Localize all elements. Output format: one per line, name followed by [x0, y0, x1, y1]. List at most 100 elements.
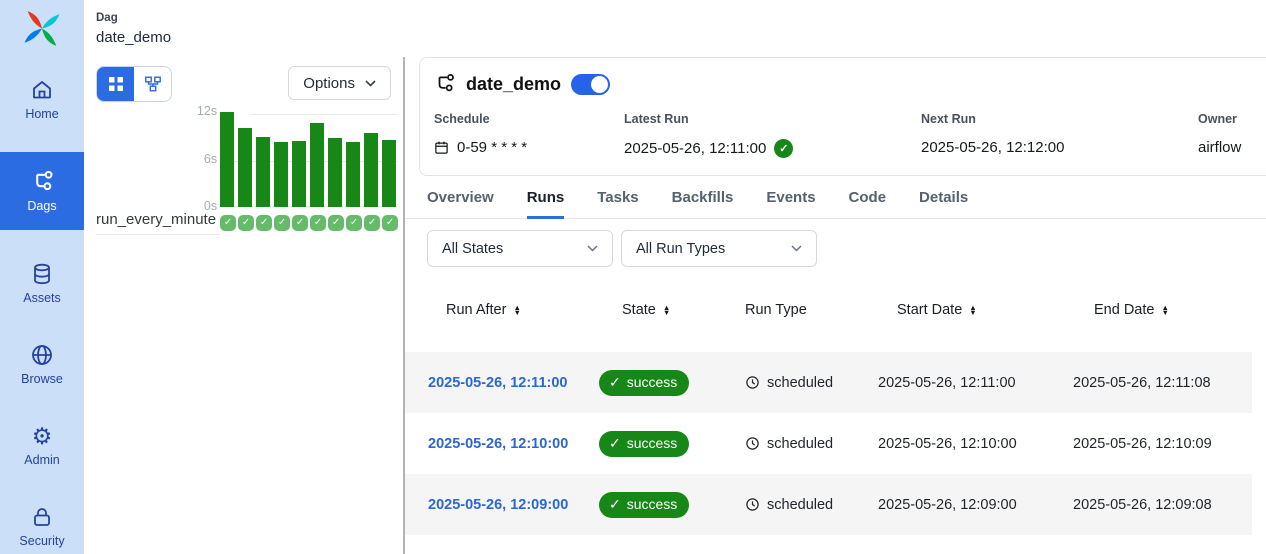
column-label: Run Type: [745, 302, 807, 318]
column-label: State: [622, 302, 656, 318]
column-header-state[interactable]: State ▲▼: [599, 302, 745, 318]
sort-icon[interactable]: ▲▼: [969, 305, 976, 316]
globe-icon: [30, 343, 54, 367]
state-badge: ✓ success: [599, 431, 689, 457]
task-instance-success-tile[interactable]: ✓: [346, 215, 362, 231]
duration-bar[interactable]: [364, 133, 378, 207]
duration-bar[interactable]: [310, 123, 324, 207]
duration-bar[interactable]: [274, 142, 288, 207]
tab-code[interactable]: Code: [849, 177, 887, 218]
sidebar-item-security[interactable]: Security: [0, 498, 84, 554]
run-type-filter-value: All Run Types: [636, 241, 725, 257]
duration-bar[interactable]: [256, 137, 270, 207]
duration-bar[interactable]: [382, 140, 396, 207]
dag-pause-toggle[interactable]: [571, 74, 610, 95]
column-label: Run After: [446, 302, 506, 318]
task-instance-success-tile[interactable]: ✓: [328, 215, 344, 231]
airflow-app: Home Dags Assets: [0, 0, 1266, 554]
tab-runs[interactable]: Runs: [527, 177, 565, 218]
state-badge: ✓success: [599, 492, 689, 518]
schedule-label: Schedule: [434, 112, 624, 126]
run-filters: All States All Run Types: [405, 230, 1266, 267]
sort-icon[interactable]: ▲▼: [663, 305, 670, 316]
dag-detail-panel: date_demo Schedule 0-59 * * * *: [405, 57, 1266, 554]
state-label: success: [627, 374, 678, 390]
run-type-label: scheduled: [767, 497, 833, 513]
tab-overview[interactable]: Overview: [427, 177, 494, 218]
grid-panel: Options 12s 6s 0s: [84, 57, 403, 554]
owner-value: airflow: [1198, 139, 1266, 156]
sidebar-item-home[interactable]: Home: [0, 71, 84, 127]
options-label: Options: [303, 75, 355, 92]
run-type-cell: scheduled: [745, 497, 878, 513]
schedule-block: Schedule 0-59 * * * *: [434, 112, 624, 158]
task-instance-success-tile[interactable]: ✓: [382, 215, 398, 231]
next-run-block: Next Run 2025-05-26, 12:12:00: [921, 112, 1198, 158]
state-filter-select[interactable]: All States: [427, 230, 613, 267]
tab-backfills[interactable]: Backfills: [672, 177, 734, 218]
chevron-down-icon: [791, 245, 802, 252]
sort-icon[interactable]: ▲▼: [1161, 305, 1168, 316]
table-row: 2025-05-26, 12:10:00 ✓success scheduled …: [405, 413, 1252, 474]
check-icon: ✓: [609, 496, 621, 513]
owner-label: Owner: [1198, 112, 1266, 126]
sidebar-nav: Home Dags Assets: [0, 71, 84, 554]
main-area: Dag date_demo: [84, 0, 1266, 554]
grid-view-button[interactable]: [97, 67, 134, 101]
run-type-filter-select[interactable]: All Run Types: [621, 230, 817, 267]
duration-bar[interactable]: [238, 128, 252, 207]
run-type-cell: scheduled: [745, 375, 878, 391]
task-instance-success-tile[interactable]: ✓: [220, 215, 236, 231]
runs-table: Run After ▲▼ State ▲▼ Run Type Start Dat…: [405, 291, 1252, 535]
run-after-link[interactable]: 2025-05-26, 12:11:00: [428, 375, 567, 391]
tab-details[interactable]: Details: [919, 177, 968, 218]
dag-branch-icon: [30, 170, 54, 194]
duration-bar[interactable]: [292, 141, 306, 207]
page-title: date_demo: [96, 29, 1266, 46]
duration-bar[interactable]: [220, 112, 234, 207]
sidebar-item-label: Dags: [27, 199, 56, 213]
next-run-label: Next Run: [921, 112, 1198, 126]
task-instance-success-tile[interactable]: ✓: [364, 215, 380, 231]
task-instance-success-tile[interactable]: ✓: [274, 215, 290, 231]
run-after-link[interactable]: 2025-05-26, 12:10:00: [428, 436, 568, 452]
check-icon: ✓: [609, 374, 621, 391]
latest-run-value[interactable]: 2025-05-26, 12:11:00: [624, 140, 766, 157]
duration-bar[interactable]: [346, 142, 360, 207]
column-header-end-date[interactable]: End Date ▲▼: [1073, 302, 1252, 318]
clock-icon: [745, 497, 760, 512]
duration-bar[interactable]: [328, 138, 342, 207]
tab-tasks[interactable]: Tasks: [597, 177, 638, 218]
column-header-start-date[interactable]: Start Date ▲▼: [878, 302, 1073, 318]
tab-events[interactable]: Events: [766, 177, 815, 218]
column-header-run-after[interactable]: Run After ▲▼: [405, 302, 599, 318]
sidebar-item-label: Home: [25, 107, 58, 121]
run-after-link[interactable]: 2025-05-26, 12:09:00: [428, 497, 568, 513]
sidebar-item-dags[interactable]: Dags: [0, 152, 84, 230]
sidebar-item-admin[interactable]: ⚙ Admin: [0, 417, 84, 473]
task-instance-success-tile[interactable]: ✓: [310, 215, 326, 231]
column-label: Start Date: [897, 302, 962, 318]
y-tick: 6s: [204, 152, 217, 166]
breadcrumb: Dag date_demo: [84, 0, 1266, 57]
clock-icon: [745, 375, 760, 390]
chevron-down-icon: [587, 245, 598, 252]
sort-icon[interactable]: ▲▼: [513, 305, 520, 316]
run-type-cell: scheduled: [745, 436, 878, 452]
sidebar: Home Dags Assets: [0, 0, 84, 554]
lock-icon: [30, 505, 54, 529]
task-instance-success-tile[interactable]: ✓: [292, 215, 308, 231]
state-label: success: [627, 435, 678, 451]
graph-view-button[interactable]: [134, 67, 171, 101]
task-instance-success-tile[interactable]: ✓: [256, 215, 272, 231]
dag-info-grid: Schedule 0-59 * * * * Latest Run: [434, 112, 1266, 158]
task-instance-success-tile[interactable]: ✓: [238, 215, 254, 231]
sidebar-item-assets[interactable]: Assets: [0, 255, 84, 311]
sidebar-item-label: Assets: [23, 291, 61, 305]
start-date-cell: 2025-05-26, 12:11:00: [878, 375, 1073, 391]
grid-view-icon: [107, 75, 125, 93]
options-button[interactable]: Options: [288, 66, 391, 100]
dag-title-row: date_demo: [434, 73, 1266, 95]
sidebar-item-browse[interactable]: Browse: [0, 336, 84, 392]
check-icon: ✓: [609, 435, 621, 452]
